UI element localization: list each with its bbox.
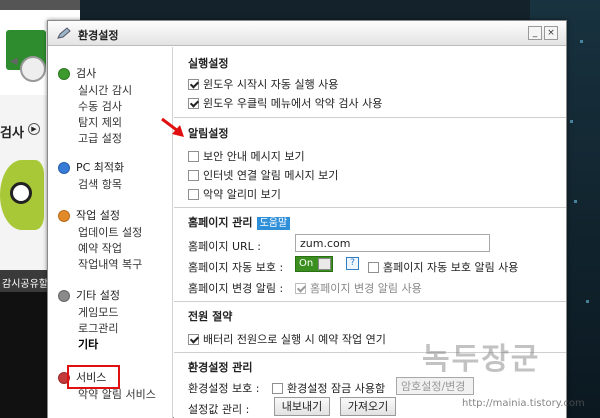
sidebar-group-header[interactable]: 작업 설정 bbox=[48, 207, 173, 225]
background-scan-label[interactable]: 검사 bbox=[0, 122, 24, 141]
settings-sidebar: 검사 실시간 감시 수동 검사 탐지 제외 고급 설정 PC 최적화 검색 항목… bbox=[48, 47, 173, 418]
sidebar-item-manual-scan[interactable]: 수동 검사 bbox=[48, 99, 173, 115]
sidebar-item-restore[interactable]: 작업내역 복구 bbox=[48, 257, 173, 273]
dialog-titlebar[interactable]: 환경설정 _ × bbox=[48, 21, 566, 46]
clock-icon bbox=[20, 56, 46, 82]
sidebar-item-advanced[interactable]: 고급 설정 bbox=[48, 131, 173, 147]
toggle-label: On bbox=[299, 258, 314, 269]
sidebar-item-alert-service[interactable]: 악약 알림 서비스 bbox=[48, 387, 173, 403]
background-topbar bbox=[0, 0, 80, 10]
checkbox[interactable] bbox=[188, 170, 199, 181]
option-label: 배터리 전원으로 실행 시 예약 작업 연기 bbox=[203, 333, 386, 346]
play-icon[interactable]: ▶ bbox=[28, 123, 40, 135]
dialog-title: 환경설정 bbox=[78, 29, 119, 42]
sidebar-item-exclusion[interactable]: 탐지 제외 bbox=[48, 115, 173, 131]
section-title-run: 실행설정 bbox=[188, 57, 229, 70]
screen: ◀ 검사 ▶ 감시공유할 환경설정 _ × 검사 실시간 감시 수동 검사 탐지… bbox=[0, 0, 600, 418]
export-button[interactable]: 내보내기 bbox=[274, 397, 330, 416]
close-button[interactable]: × bbox=[544, 26, 558, 40]
option-battery[interactable]: 배터리 전원으로 실행 시 예약 작업 연기 bbox=[188, 331, 386, 347]
option-label: 악약 알리미 보기 bbox=[203, 188, 281, 201]
help-question-icon[interactable]: ? bbox=[346, 257, 359, 270]
sidebar-item-etc[interactable]: 기타 bbox=[48, 337, 173, 353]
divider bbox=[174, 117, 566, 118]
checkbox[interactable] bbox=[188, 151, 199, 162]
homepage-url-label: 홈페이지 URL : bbox=[188, 240, 262, 253]
sidebar-group-task: 작업 설정 업데이트 설정 예약 작업 작업내역 복구 bbox=[48, 207, 173, 273]
option-security-message[interactable]: 보안 안내 메시지 보기 bbox=[188, 148, 305, 164]
background-top-strip bbox=[80, 0, 530, 20]
watermark-url: http://mainia.tistory.com bbox=[462, 398, 585, 409]
section-title-env: 환경설정 관리 bbox=[188, 361, 253, 374]
section-title-alarm: 알림설정 bbox=[188, 127, 229, 140]
option-label: 윈도우 우클릭 메뉴에서 악약 검사 사용 bbox=[203, 97, 383, 110]
pc-icon bbox=[58, 162, 70, 174]
minimize-button[interactable]: _ bbox=[528, 26, 542, 40]
sidebar-group-label: 검사 bbox=[76, 67, 97, 80]
sidebar-group-label: 작업 설정 bbox=[76, 209, 120, 222]
checkbox[interactable] bbox=[188, 189, 199, 200]
pencil-icon bbox=[57, 27, 71, 39]
option-change-alarm[interactable]: 홈페이지 변경 알림 사용 bbox=[295, 280, 422, 296]
section-title-power: 전원 절약 bbox=[188, 310, 233, 323]
auto-protect-toggle[interactable]: On bbox=[295, 256, 333, 272]
sidebar-group-label: PC 최적화 bbox=[76, 161, 125, 174]
sidebar-item-log[interactable]: 로그관리 bbox=[48, 321, 173, 337]
checkbox[interactable] bbox=[188, 98, 199, 109]
sidebar-item-schedule[interactable]: 예약 작업 bbox=[48, 241, 173, 257]
option-label: 홈페이지 자동 보호 알림 사용 bbox=[383, 261, 519, 274]
import-button[interactable]: 가져오기 bbox=[340, 397, 396, 416]
option-alarm-show[interactable]: 악약 알리미 보기 bbox=[188, 186, 281, 202]
option-internet-alert[interactable]: 인터넷 연결 알림 메시지 보기 bbox=[188, 167, 338, 183]
homepage-url-input[interactable]: zum.com bbox=[295, 234, 490, 252]
option-auto-protect-alarm[interactable]: 홈페이지 자동 보호 알림 사용 bbox=[368, 259, 518, 275]
option-context-menu[interactable]: 윈도우 우클릭 메뉴에서 악약 검사 사용 bbox=[188, 95, 382, 111]
sidebar-group-pc-optimize: PC 최적화 검색 항목 bbox=[48, 159, 173, 193]
annotation-arrow-icon bbox=[161, 117, 184, 137]
sidebar-group-other: 기타 설정 게임모드 로그관리 기타 bbox=[48, 287, 173, 353]
section-title-homepage: 홈페이지 관리 도움말 bbox=[188, 214, 291, 230]
sidebar-item-realtime[interactable]: 실시간 감시 bbox=[48, 83, 173, 99]
checkbox[interactable] bbox=[368, 262, 379, 273]
toggle-knob bbox=[318, 258, 331, 270]
password-input[interactable]: 암호설정/변경 bbox=[396, 377, 474, 395]
env-protect-label: 환경설정 보호 : bbox=[188, 382, 260, 395]
auto-protect-label: 홈페이지 자동 보호 : bbox=[188, 261, 284, 274]
checkbox[interactable] bbox=[188, 334, 199, 345]
gear-icon bbox=[58, 290, 70, 302]
option-label: 보안 안내 메시지 보기 bbox=[203, 150, 305, 163]
value-manage-label: 설정값 관리 : bbox=[188, 403, 250, 416]
sidebar-group-header[interactable]: 기타 설정 bbox=[48, 287, 173, 305]
sidebar-group-header[interactable]: 검사 bbox=[48, 65, 173, 83]
checkbox[interactable] bbox=[188, 79, 199, 90]
shield-icon bbox=[58, 68, 70, 80]
sidebar-item-update[interactable]: 업데이트 설정 bbox=[48, 225, 173, 241]
section-title-text: 홈페이지 관리 bbox=[188, 216, 253, 229]
task-icon bbox=[58, 210, 70, 222]
option-label: 인터넷 연결 알림 메시지 보기 bbox=[203, 169, 339, 182]
sidebar-group-header[interactable]: PC 최적화 bbox=[48, 159, 173, 177]
change-alarm-label: 홈페이지 변경 알림 : bbox=[188, 282, 284, 295]
highlight-annotation bbox=[67, 365, 120, 389]
sidebar-item-game-mode[interactable]: 게임모드 bbox=[48, 305, 173, 321]
sidebar-group-label: 기타 설정 bbox=[76, 289, 120, 302]
divider bbox=[174, 301, 566, 302]
option-label: 환경설정 잠금 사용함 bbox=[287, 382, 386, 395]
mascot-image bbox=[0, 160, 44, 230]
sidebar-item-search-items[interactable]: 검색 항목 bbox=[48, 177, 173, 193]
help-link[interactable]: 도움말 bbox=[256, 217, 291, 230]
arrow-icon: ◀ bbox=[10, 56, 18, 67]
sidebar-group-scan: 검사 실시간 감시 수동 검사 탐지 제외 고급 설정 bbox=[48, 65, 173, 147]
checkbox[interactable] bbox=[295, 283, 306, 294]
watermark-logo: 녹두장군 bbox=[422, 342, 541, 377]
option-autostart[interactable]: 윈도우 시작시 자동 실행 사용 bbox=[188, 76, 338, 92]
option-label: 홈페이지 변경 알림 사용 bbox=[310, 282, 422, 295]
checkbox[interactable] bbox=[272, 383, 283, 394]
option-env-lock[interactable]: 환경설정 잠금 사용함 bbox=[272, 380, 385, 396]
divider bbox=[174, 207, 566, 208]
option-label: 윈도우 시작시 자동 실행 사용 bbox=[203, 78, 339, 91]
